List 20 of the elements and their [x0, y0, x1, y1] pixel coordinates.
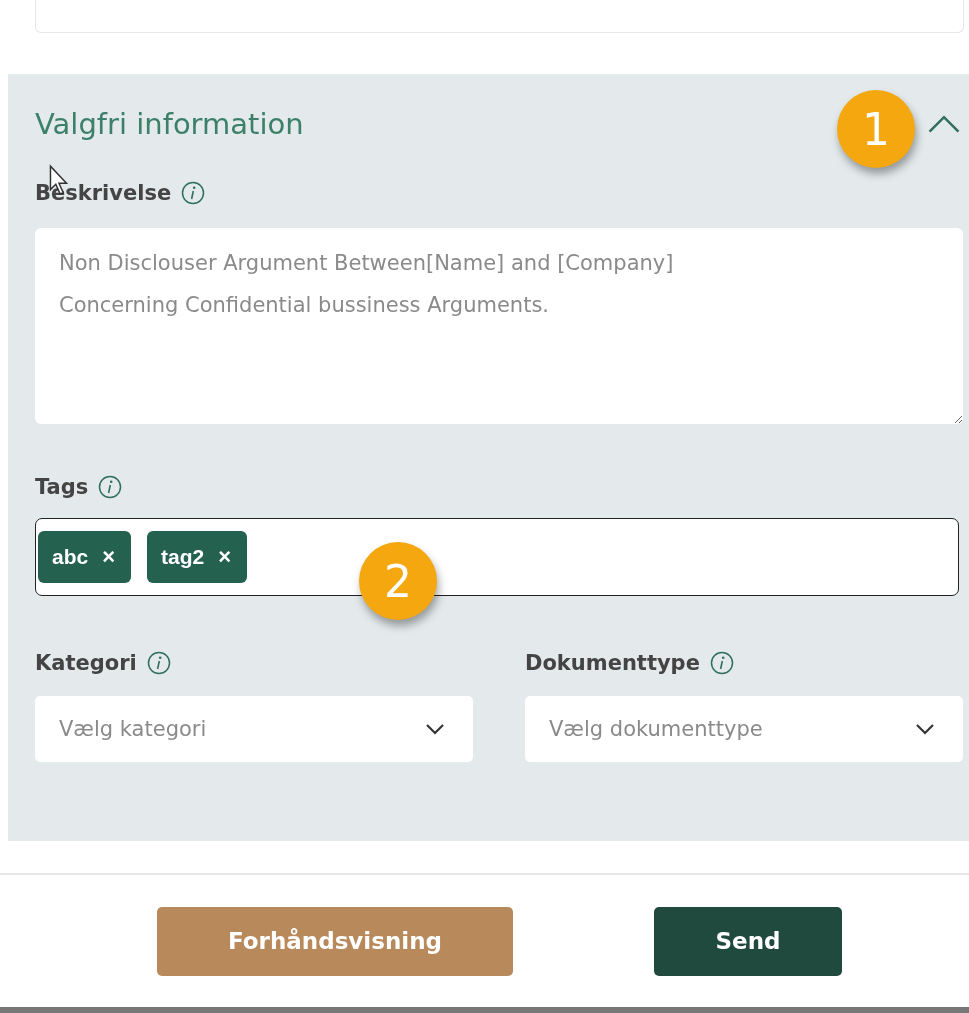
action-button[interactable]: Send	[654, 906, 842, 976]
field-label: Kategori	[35, 651, 137, 675]
field-label: Dokumenttype	[525, 651, 700, 675]
collapse-icon[interactable]	[927, 113, 961, 135]
description-field[interactable]: Non Disclouser Argument Between[Name] and [Company] Concerning Confidential bussiness Arguments.	[35, 228, 963, 424]
callout-badge: 1	[837, 90, 915, 168]
field-label: Beskrivelse	[35, 181, 172, 205]
info-icon[interactable]	[146, 651, 171, 675]
text-field[interactable]	[35, 0, 964, 33]
info-icon[interactable]	[181, 181, 206, 205]
tag-text: tag2	[161, 545, 205, 569]
section-title: Valgfri information	[35, 107, 304, 141]
field-label: Tags	[35, 475, 89, 499]
chevron-down-icon[interactable]	[425, 723, 445, 735]
info-icon[interactable]	[98, 475, 123, 499]
chevron-down-icon[interactable]	[915, 723, 935, 735]
remove-tag-button[interactable]: ×	[102, 544, 116, 570]
info-icon[interactable]	[709, 651, 734, 675]
remove-tag-button[interactable]: ×	[218, 544, 232, 570]
tag-text: abc	[52, 545, 89, 569]
